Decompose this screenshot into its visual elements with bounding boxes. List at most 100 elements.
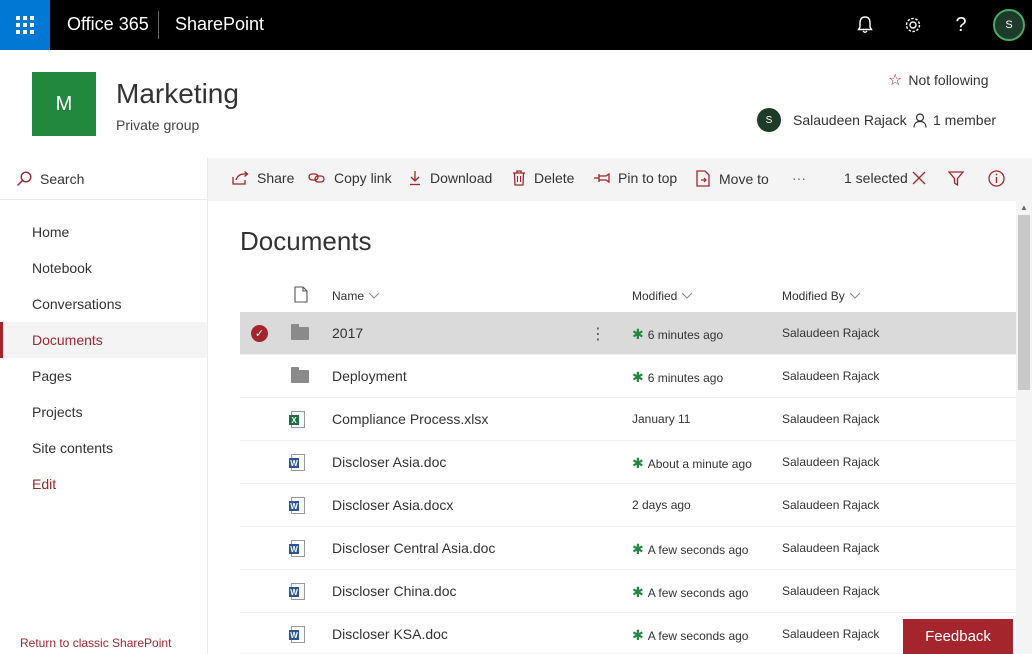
scroll-thumb[interactable] [1018,215,1030,390]
search-box[interactable]: Search [0,158,207,200]
members-label: 1 member [933,112,997,128]
file-name[interactable]: Compliance Process.xlsx [332,411,488,427]
modified-value: January 11 [632,412,691,426]
table-row[interactable]: X Compliance Process.xlsx January 11 Sal… [240,398,1016,441]
copy-link-button[interactable]: Copy link [308,170,392,186]
delete-button[interactable]: Delete [512,170,574,186]
members-button[interactable]: 1 member [913,112,996,128]
star-icon: ☆ [888,72,903,89]
search-label: Search [40,170,85,187]
modified-by-cell: Salaudeen Rajack [782,498,880,512]
modified-column-header[interactable]: Modified [632,289,693,303]
nav-item-pages[interactable]: Pages [0,358,207,394]
table-row[interactable]: W Discloser Asia.doc ✱ About a minute ago… [240,441,1016,484]
move-to-label: Move to [719,170,769,187]
nav-item-conversations[interactable]: Conversations [0,286,207,322]
clear-selection-button[interactable] [912,171,926,185]
move-to-button[interactable]: Move to [696,170,769,187]
feedback-button[interactable]: Feedback [903,619,1013,654]
file-name[interactable]: Discloser Asia.doc [332,454,446,470]
nav-list: Home Notebook Conversations Documents Pa… [0,214,207,502]
table-row[interactable]: W Discloser China.doc ✱ A few seconds ago… [240,570,1016,613]
modified-value: A few seconds ago [647,585,749,600]
list-header: Name Modified Modified By [240,280,1016,312]
nav-item-notebook[interactable]: Notebook [0,250,207,286]
table-row[interactable]: W Discloser KSA.doc ✱ A few seconds ago S… [240,613,1016,654]
word-file-icon: W [289,626,309,643]
file-type-column-header[interactable] [294,286,308,303]
group-owner[interactable]: S Salaudeen Rajack [757,108,907,132]
user-avatar[interactable]: S [993,9,1025,41]
excel-file-icon: X [289,411,309,428]
checkmark-icon[interactable]: ✓ [251,325,268,342]
modified-value: 2 days ago [632,498,691,512]
settings-button[interactable] [900,12,926,38]
file-name[interactable]: Discloser KSA.doc [332,626,448,642]
modified-by-cell: Salaudeen Rajack [782,455,880,469]
filter-button[interactable] [948,171,964,186]
word-file-icon: W [289,454,309,471]
table-row[interactable]: Deployment ✱ 6 minutes ago Salaudeen Raja… [240,355,1016,398]
modified-by-column-header[interactable]: Modified By [782,289,861,303]
name-column-header[interactable]: Name [332,289,380,303]
more-actions-icon[interactable]: ⋮ [590,324,606,344]
table-row[interactable]: W Discloser Asia.docx 2 days ago Salaude… [240,484,1016,527]
sharepoint-app-name[interactable]: SharePoint [175,14,264,35]
nav-item-documents[interactable]: Documents [0,322,207,358]
left-navigation: Search Home Notebook Conversations Docum… [0,158,208,654]
follow-button[interactable]: ☆ Not following [888,70,989,90]
modified-by-cell: Salaudeen Rajack [782,412,880,426]
office-365-brand[interactable]: Office 365 [67,14,149,35]
site-title[interactable]: Marketing [116,78,239,110]
person-icon [913,112,927,128]
site-logo[interactable]: M [32,72,96,136]
file-name[interactable]: Discloser Central Asia.doc [332,540,495,556]
new-item-icon: ✱ [632,326,644,342]
selection-status: 1 selected [844,170,908,186]
pin-icon [594,172,610,184]
command-bar: Share Copy link Download Delete Pin to t… [208,158,1032,201]
suite-bar: Office 365 SharePoint ? S [0,0,1032,50]
question-mark-icon: ? [955,13,967,36]
nav-edit-link[interactable]: Edit [0,466,207,502]
file-name[interactable]: 2017 [332,325,363,341]
vertical-scrollbar[interactable]: ▲ [1016,201,1032,654]
modified-value: 6 minutes ago [647,327,724,342]
share-button[interactable]: Share [232,170,294,186]
pin-to-top-label: Pin to top [618,170,678,186]
filter-icon [948,171,964,186]
modified-cell: ✱ 6 minutes ago [632,369,723,386]
modified-cell: 2 days ago [632,498,691,512]
scroll-up-arrow-icon[interactable]: ▲ [1020,203,1028,212]
nav-item-projects[interactable]: Projects [0,394,207,430]
owner-avatar: S [757,108,781,132]
info-pane-button[interactable] [988,170,1005,187]
table-row[interactable]: ✓ 2017 ⋮ ✱ 6 minutes ago Salaudeen Rajack [240,312,1016,355]
modified-value: A few seconds ago [647,542,749,557]
bell-icon [857,16,873,33]
notifications-button[interactable] [852,12,878,38]
nav-item-site-contents[interactable]: Site contents [0,430,207,466]
modified-cell: ✱ A few seconds ago [632,584,748,601]
modified-value: About a minute ago [647,456,752,471]
download-button[interactable]: Download [408,170,492,186]
more-commands-button[interactable]: ··· [792,170,806,186]
chevron-down-icon [681,292,693,299]
file-name[interactable]: Discloser China.doc [332,583,457,599]
download-icon [410,171,420,186]
file-name[interactable]: Deployment [332,368,407,384]
modified-by-cell: Salaudeen Rajack [782,584,880,598]
move-to-icon [696,170,710,187]
pin-to-top-button[interactable]: Pin to top [593,170,677,186]
modified-by-cell: Salaudeen Rajack [782,369,880,383]
follow-label: Not following [908,72,989,88]
help-button[interactable]: ? [948,12,974,38]
app-launcher-button[interactable] [0,0,50,50]
new-item-icon: ✱ [632,627,644,643]
return-to-classic-link[interactable]: Return to classic SharePoint [20,636,171,650]
modified-by-column-label: Modified By [782,289,845,303]
nav-item-home[interactable]: Home [0,214,207,250]
table-row[interactable]: W Discloser Central Asia.doc ✱ A few seco… [240,527,1016,570]
trash-icon [513,170,525,186]
file-name[interactable]: Discloser Asia.docx [332,497,453,513]
